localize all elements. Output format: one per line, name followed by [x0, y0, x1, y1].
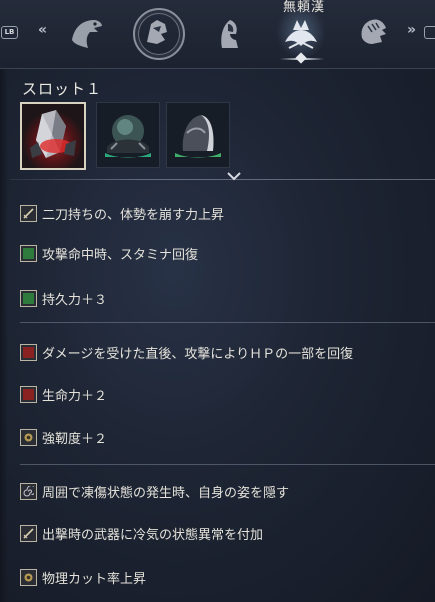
effect-text: 強靭度＋２ [42, 431, 108, 447]
raptor-emblem-icon[interactable] [135, 10, 179, 54]
nav-prev-chevron-icon[interactable]: « [38, 22, 47, 38]
rb-button-hint[interactable] [424, 26, 435, 39]
effect-row[interactable]: 生命力＋２ [20, 383, 107, 405]
raider-emblem-icon[interactable] [279, 12, 323, 56]
effect-text: 生命力＋２ [42, 388, 108, 404]
lb-button-hint[interactable]: LB [1, 26, 18, 39]
sword-stat-icon [20, 524, 37, 542]
lion-mane-icon[interactable] [352, 10, 396, 54]
character-nav-bar: LB « 無頼漢 » [0, 0, 435, 69]
sword-stat-icon [20, 204, 37, 222]
effect-text: 出撃時の武器に冷気の状態異常を付加 [42, 527, 264, 543]
red-crystal-relic-icon [22, 104, 84, 168]
relic-slot-3[interactable] [166, 102, 230, 168]
nav-next-chevron-icon[interactable]: » [407, 22, 416, 38]
effect-row[interactable]: 出撃時の武器に冷気の状態異常を付加 [20, 522, 263, 544]
effect-row[interactable]: 強靭度＋２ [20, 426, 107, 448]
green-orb-relic-icon [97, 103, 159, 167]
effect-text: 物理カット率上昇 [42, 571, 147, 587]
left-rail [0, 68, 8, 602]
red-square-icon [20, 385, 37, 403]
effect-text: 二刀持ちの、体勢を崩す力上昇 [42, 207, 225, 223]
relic-slot-1[interactable] [20, 102, 86, 170]
effect-row[interactable]: 物理カット率上昇 [20, 566, 146, 588]
relic-slot-2[interactable] [96, 102, 160, 168]
gold-emblem-icon [20, 428, 37, 446]
group-divider [20, 322, 435, 323]
relic-equip-screen: LB « 無頼漢 » スロット１ 二刀持ちの、体勢を崩す力上昇 攻撃命中時、スタ… [0, 0, 435, 602]
slot-divider [10, 179, 435, 180]
effect-row[interactable]: 二刀持ちの、体勢を崩す力上昇 [20, 202, 224, 224]
veiled-statue-relic-icon [167, 103, 229, 167]
effect-row[interactable]: ダメージを受けた直後、攻撃によりＨＰの一部を回復 [20, 341, 353, 363]
slot-title: スロット１ [22, 80, 103, 98]
green-square-icon [20, 244, 37, 262]
effect-row[interactable]: 持久力＋３ [20, 287, 107, 309]
effect-row[interactable]: 攻撃命中時、スタミナ回復 [20, 242, 198, 264]
green-square-icon [20, 289, 37, 307]
effect-row[interactable]: 周囲で凍傷状態の発生時、自身の姿を隠す [20, 480, 289, 502]
group-divider [20, 464, 435, 465]
hooded-figure-icon[interactable] [208, 10, 252, 54]
spiral-icon [20, 482, 37, 500]
effect-text: 持久力＋３ [42, 292, 108, 308]
chevron-down-icon[interactable] [226, 170, 242, 182]
effect-text: 周囲で凍傷状態の発生時、自身の姿を隠す [42, 485, 290, 501]
effect-text: ダメージを受けた直後、攻撃によりＨＰの一部を回復 [42, 346, 354, 362]
red-square-icon [20, 343, 37, 361]
gold-emblem-icon [20, 568, 37, 586]
bird-head-icon[interactable] [64, 10, 108, 54]
effect-text: 攻撃命中時、スタミナ回復 [42, 247, 199, 263]
